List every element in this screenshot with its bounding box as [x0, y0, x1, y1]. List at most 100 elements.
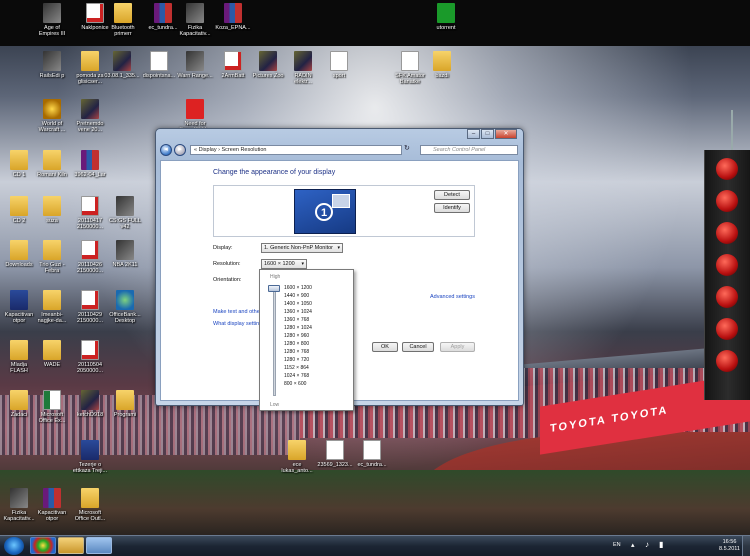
resolution-option[interactable]: 1440 × 900 [284, 293, 309, 299]
minimize-button[interactable]: – [467, 129, 480, 139]
gadget-orb-icon[interactable] [716, 190, 738, 212]
high-label: High [270, 274, 281, 280]
desktop-icon[interactable]: World of Warcraft ... [33, 99, 71, 133]
desktop-icon[interactable]: ketchD918 [71, 390, 109, 418]
gadget-orb-icon[interactable] [716, 286, 738, 308]
desktop-icon[interactable]: Microsoft Office Outl... [71, 488, 109, 522]
resolution-option[interactable]: 1024 × 768 [284, 373, 309, 379]
desktop-icon[interactable]: Pretnemdo vene 20... [71, 99, 109, 133]
gadget-orb-icon[interactable] [716, 254, 738, 276]
desktop-icon[interactable]: RADIN elektr... [284, 51, 322, 85]
desktop-icon[interactable]: Age of Empires III [33, 3, 71, 37]
search-input[interactable]: Search Control Panel [420, 145, 518, 155]
back-arrow-icon[interactable]: ◂ [160, 144, 172, 156]
resolution-option[interactable]: 1600 × 1200 [284, 285, 312, 291]
desktop-icon[interactable]: WADE [33, 340, 71, 368]
desktop-icon[interactable]: Tezerje o ettkaza Treji... [71, 440, 109, 474]
address-bar[interactable]: « Display › Screen Resolution [190, 145, 402, 155]
start-button[interactable] [4, 537, 24, 555]
resolution-option[interactable]: 1280 × 960 [284, 333, 309, 339]
monitor-icon[interactable]: 1 [294, 189, 356, 234]
resolution-dropdown[interactable]: High 1600 × 1200 1440 × 900 1400 × 1050 136… [259, 269, 354, 411]
desktop-icon[interactable]: suza [33, 196, 71, 224]
resolution-option[interactable]: 1280 × 768 [284, 349, 309, 355]
desktop-icon-label: Zadaci [10, 412, 28, 418]
gadget-orb-icon[interactable] [716, 318, 738, 340]
advanced-settings-link[interactable]: Advanced settings [430, 294, 475, 300]
gadget-orb-icon[interactable] [716, 222, 738, 244]
desktop-icon[interactable]: Imeanbi- nagjke-da... [33, 290, 71, 324]
control-panel-taskbar-icon[interactable] [86, 537, 112, 554]
resolution-option[interactable]: 1152 × 864 [284, 365, 309, 371]
volume-icon[interactable]: ♪ [645, 540, 649, 549]
desktop-icon[interactable]: Programi [106, 390, 144, 418]
image-icon [81, 99, 99, 119]
desktop-icon[interactable]: Koza_EPNA... [214, 3, 252, 31]
refresh-icon[interactable]: ↻ [404, 144, 410, 152]
desktop-icon[interactable]: CS:GS FULL v42 [106, 196, 144, 230]
desktop-icon-label: RADIN elektr... [294, 73, 312, 85]
display-settings-help-link[interactable]: What display settin [213, 321, 259, 327]
desktop-icon[interactable]: NBA 2K11 [106, 240, 144, 268]
app-icon [116, 196, 134, 216]
close-button[interactable]: ✕ [495, 129, 517, 139]
resolution-select[interactable]: 1600 × 1200 ▾ [261, 259, 307, 269]
desktop-icon[interactable]: Pictures Zoo [249, 51, 287, 79]
resolution-slider-thumb[interactable] [268, 285, 280, 292]
resolution-option[interactable]: 1400 × 1050 [284, 301, 312, 307]
display-select[interactable]: 1. Generic Non-PnP Monitor ▾ [261, 243, 343, 253]
desktop-icon[interactable]: Fizika Kapacitativ... [176, 3, 214, 37]
desktop-icon[interactable]: 23569_1323... [316, 440, 354, 468]
desktop-icon[interactable]: 2ArmBatt [214, 51, 252, 79]
sidebar-gadget[interactable] [704, 150, 750, 400]
desktop-icon-label: CD 1 [12, 172, 26, 178]
desktop-icon[interactable]: 03.08.1_335... [103, 51, 141, 79]
app-icon [186, 99, 204, 119]
gadget-orb-icon[interactable] [716, 158, 738, 180]
maximize-button[interactable]: □ [481, 129, 494, 139]
detect-button[interactable]: Detect [434, 190, 470, 200]
resolution-option[interactable]: 1360 × 1024 [284, 309, 312, 315]
resolution-option[interactable]: 1280 × 800 [284, 341, 309, 347]
network-icon[interactable]: ▮ [659, 540, 663, 549]
apply-button[interactable]: Apply [440, 342, 475, 352]
tray-arrow-icon[interactable]: ▴ [631, 541, 635, 549]
desktop-icon[interactable]: sport [320, 51, 358, 79]
chrome-icon[interactable] [30, 537, 56, 554]
desktop-icon-label: ece lukas_anto... [281, 462, 313, 474]
desktop-icon[interactable]: Romani Kiln [33, 150, 71, 178]
identify-button[interactable]: Identify [434, 203, 470, 213]
text-size-link[interactable]: Make text and other [213, 309, 262, 315]
cancel-button[interactable]: Cancel [402, 342, 434, 352]
desktop-icon[interactable]: dispointsna... [140, 51, 178, 79]
desktop-icon[interactable]: Kapacitivan otpor [33, 488, 71, 522]
resolution-option[interactable]: 1360 × 768 [284, 317, 309, 323]
clock[interactable]: 16:56 8.5.2011 [719, 539, 740, 552]
desktop-icon[interactable]: RailsEdi p [33, 51, 71, 79]
desktop-icon[interactable]: 20110417 2150000... [71, 196, 109, 230]
desktop-icon[interactable]: 20110426 2150000... [71, 240, 109, 274]
resolution-option[interactable]: 1280 × 720 [284, 357, 309, 363]
language-indicator[interactable]: EN [613, 542, 621, 548]
desktop-icon[interactable]: ece lukas_anto... [278, 440, 316, 474]
desktop-icon-label: CD 2 [12, 218, 26, 224]
desktop-icon[interactable]: utorrent [427, 3, 465, 31]
forward-arrow-icon[interactable]: ▸ [174, 144, 186, 156]
desktop-icon[interactable]: Trio Guzi - Febra [33, 240, 71, 274]
desktop-icon[interactable]: Microsoft Office Ex... [33, 390, 71, 424]
desktop-icon[interactable]: ec_tundra... [353, 440, 391, 468]
desktop-icon[interactable]: 3962-04_Lar [71, 150, 109, 178]
desktop-icon[interactable]: 20110429 2150000... [71, 290, 109, 324]
resolution-option[interactable]: 1280 × 1024 [284, 325, 312, 331]
desktop-icon[interactable]: bazdi [423, 51, 461, 79]
gadget-orb-icon[interactable] [716, 350, 738, 372]
explorer-icon[interactable] [58, 537, 84, 554]
show-desktop-button[interactable] [742, 536, 750, 556]
desktop-icon[interactable]: OfficeBank... Desktop [106, 290, 144, 324]
ok-button[interactable]: OK [372, 342, 398, 352]
desktop-icon[interactable]: 20110504 2050000... [71, 340, 109, 374]
resolution-slider-track[interactable] [273, 286, 276, 396]
desktop-icon[interactable]: Warn Range... [176, 51, 214, 79]
resolution-option[interactable]: 800 × 600 [284, 381, 306, 387]
desktop-icon[interactable]: Bluetooth primerr [104, 3, 142, 37]
